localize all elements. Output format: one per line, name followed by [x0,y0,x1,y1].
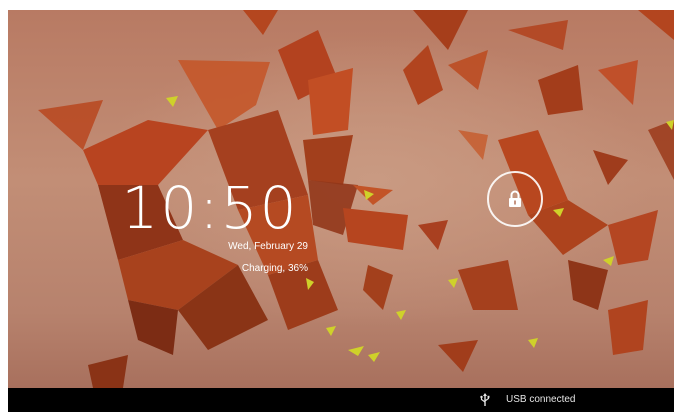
usb-notification-text[interactable]: USB connected [506,394,576,405]
lockscreen-clock: 10:50 [121,174,299,242]
system-navigation-bar: USB connected [8,388,674,412]
lockscreen-date: Wed, February 29 [228,241,308,252]
unlock-button[interactable] [487,171,543,227]
lockscreen-wallpaper: 10:50 Wed, February 29 Charging, 36% [8,10,674,388]
battery-status: Charging, 36% [241,263,308,274]
usb-icon [480,393,490,406]
lock-icon [509,190,521,207]
shards-wallpaper-art [38,10,674,388]
screenshot-frame: 10:50 Wed, February 29 Charging, 36% USB… [0,0,674,412]
